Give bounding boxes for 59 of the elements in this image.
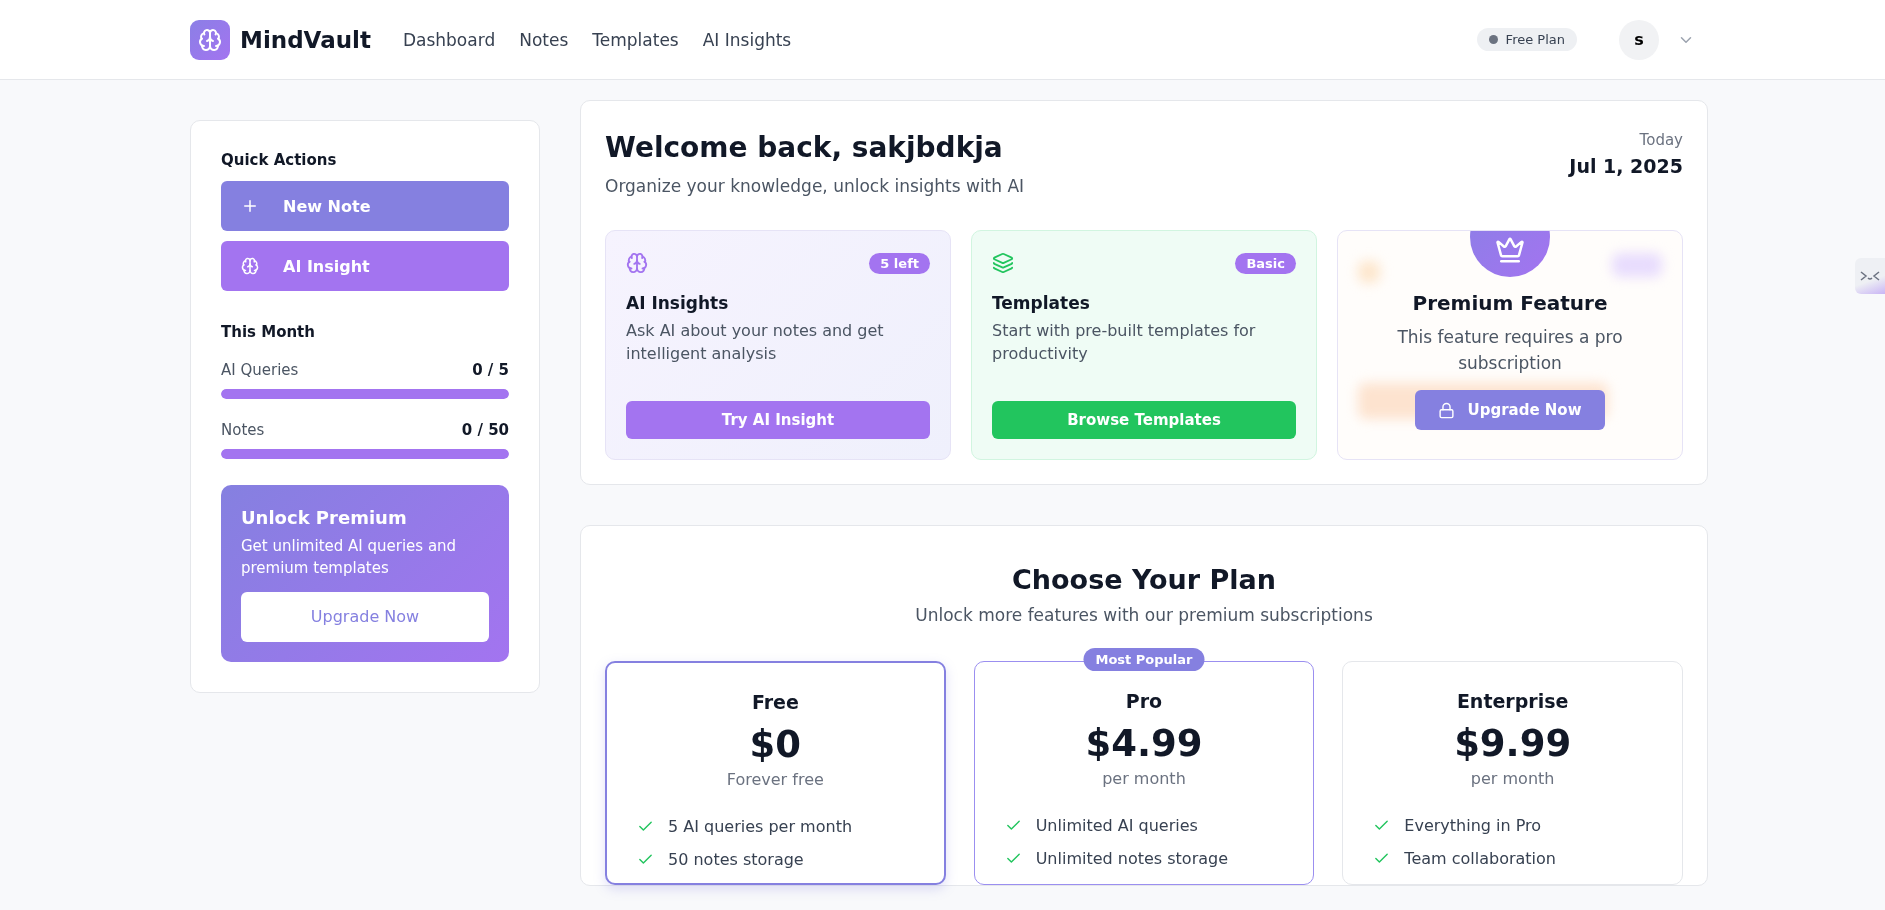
blurred-placeholder [1358,261,1380,283]
brain-icon [241,257,259,275]
nav-link[interactable]: Templates [592,29,679,50]
plan-card[interactable]: Enterprise $9.99 per month Everything in Pro Team collaboration [1342,661,1683,885]
date-label: Today [1638,131,1683,149]
stat-value: 0 / 5 [472,361,509,379]
logo-icon[interactable] [190,19,230,60]
premium-feature-title: Premium Feature [1412,291,1608,315]
upgrade-now-button[interactable]: Upgrade Now [241,591,489,642]
lock-icon [1438,401,1456,419]
feature-text: Start with pre-built templates for productivity [992,320,1257,366]
plan-feature: Everything in Pro [1404,816,1542,835]
plan-period: per month [1470,769,1555,788]
crown-icon [1495,235,1525,265]
feature-badge: Basic [1235,252,1296,274]
premium-feature-text: This feature requires a pro subscription [1396,326,1624,375]
date-value: Jul 1, 2025 [1569,155,1683,177]
plan-label: Free Plan [1505,32,1565,47]
stat-label: AI Queries [221,361,299,379]
plan-name: Enterprise [1456,690,1569,712]
blurred-placeholder [1612,253,1662,277]
plan-name: Free [751,691,799,713]
plan-feature: 50 notes storage [668,850,804,869]
feature-badge: 5 left [869,252,930,274]
plan-price: $0 [749,723,802,766]
plan-card[interactable]: Free $0 Forever free 5 AI queries per month 50 notes storage [605,661,946,885]
status-dot [1488,35,1498,44]
plan-name: Pro [1125,690,1163,712]
plus-icon [241,197,259,215]
plan-period: Forever free [726,770,824,789]
plan-feature: 5 AI queries per month [668,817,853,836]
stat-label: Notes [221,421,265,439]
plan-price: $4.99 [1085,722,1203,765]
feature-text: Ask AI about your notes and get intelligent analysis [626,320,885,366]
plan-period: per month [1102,769,1186,788]
stat-value: 0 / 50 [461,421,509,439]
brand-name: MindVault [240,26,371,53]
plans-subtitle: Unlock more features with our premium subscriptions [914,605,1374,625]
brain-icon [626,252,648,274]
plan-feature: Team collaboration [1404,849,1556,868]
feedback-widget-icon[interactable] [1855,258,1885,294]
feature-title: AI Insights [626,293,730,313]
plans-title: Choose Your Plan [1011,564,1277,595]
plan-feature: Unlimited AI queries [1035,816,1198,835]
nav-link[interactable]: Dashboard [402,29,496,50]
nav-link[interactable]: Notes [519,29,569,50]
popular-badge: Most Popular [1083,648,1205,671]
section-title: Quick Actions [221,151,338,169]
welcome-title: Welcome back, sakjbdkja [605,131,1004,164]
welcome-subtitle: Organize your knowledge, unlock insights with AI [605,176,1025,196]
promo-text: Get unlimited AI queries and premium templates [241,536,458,579]
avatar[interactable]: s [1619,19,1659,60]
feature-title: Templates [992,293,1091,313]
promo-title: Unlock Premium [241,507,408,528]
section-title: This Month [221,323,316,341]
nav-link[interactable]: AI Insights [702,29,792,50]
layers-icon [992,252,1014,274]
plan-feature: Unlimited notes storage [1035,849,1229,868]
plan-price: $9.99 [1454,722,1572,765]
